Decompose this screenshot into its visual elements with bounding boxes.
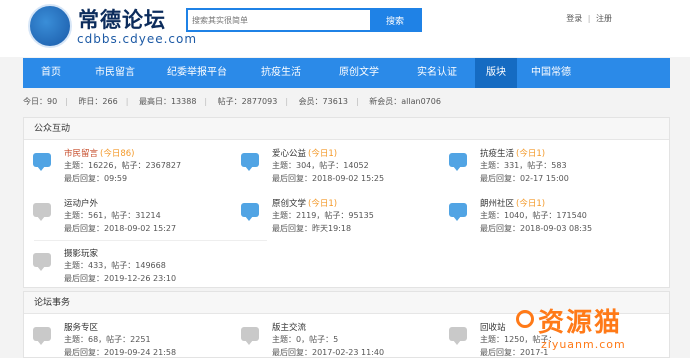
last-reply[interactable]: 最后回复：09:59 — [64, 173, 127, 184]
forum-name[interactable]: 摄影玩家 — [64, 249, 98, 259]
forum-name[interactable]: 回收站 — [480, 323, 506, 333]
chat-bubble-icon — [241, 327, 259, 345]
nav-home[interactable]: 首页 — [23, 58, 79, 88]
watermark-url: ziyuanm.com — [541, 338, 626, 351]
forum-item[interactable]: 朗州社区 (今日1) 主题：1040，帖子：171540 最后回复：2018-09… — [440, 194, 650, 240]
stat-newest-member[interactable]: 新会员：allan0706 — [369, 97, 441, 106]
chat-bubble-icon — [33, 203, 51, 221]
forum-stats-text: 主题：331，帖子：583 — [480, 161, 567, 170]
search-button[interactable]: 搜索 — [370, 10, 420, 30]
forum-stats-text: 主题：433，帖子：149668 — [64, 261, 166, 270]
nav-epidemic-life[interactable]: 抗疫生活 — [243, 58, 319, 88]
forum-item[interactable]: 版主交流 主题：0，帖子：5 最后回复：2017-02-23 11:40 — [232, 318, 442, 358]
nav-boards[interactable]: 版块 — [475, 58, 517, 88]
chat-bubble-icon — [449, 203, 467, 221]
last-reply[interactable]: 最后回复：2018-09-02 15:27 — [64, 223, 176, 234]
divider — [34, 240, 267, 241]
forum-name[interactable]: 朗州社区 — [480, 199, 514, 209]
forum-item[interactable]: 市民留言 (今日86) 主题：16226，帖子：2367827 最后回复：09:5… — [24, 144, 234, 190]
last-reply[interactable]: 最后回复：昨天19:18 — [272, 223, 351, 234]
chat-bubble-icon — [449, 327, 467, 345]
login-link[interactable]: 登录 — [566, 14, 582, 23]
last-reply[interactable]: 最后回复：2017-02-23 11:40 — [272, 347, 384, 358]
nav-china-changde[interactable]: 中国常德 — [517, 58, 585, 88]
forum-name[interactable]: 爱心公益 — [272, 149, 306, 159]
today-count: (今日1) — [308, 199, 338, 209]
main-nav: 首页 市民留言 纪委举报平台 抗疫生活 原创文学 实名认证 版块 中国常德 — [23, 58, 670, 88]
last-reply[interactable]: 最后回复：2019-09-24 21:58 — [64, 347, 176, 358]
site-header: 常德论坛 cdbbs.cdyee.com 搜索 登录 | 注册 — [0, 0, 690, 57]
city-emblem-icon[interactable] — [28, 4, 72, 48]
chat-bubble-icon — [241, 203, 259, 221]
search-box: 搜索 — [186, 8, 422, 32]
chat-bubble-icon — [449, 153, 467, 171]
forum-stats-text: 主题：0，帖子：5 — [272, 335, 339, 344]
chat-bubble-icon — [33, 153, 51, 171]
forum-stats: 今日：90 | 昨日：266 | 最高日：13388 | 帖子：2877093 | 会员… — [23, 97, 441, 106]
register-link[interactable]: 注册 — [596, 14, 612, 23]
forum-item[interactable]: 爱心公益 (今日1) 主题：304，帖子：14052 最后回复：2018-09-0… — [232, 144, 442, 190]
section-public-interaction: 公众互动 市民留言 (今日86) 主题：16226，帖子：2367827 最后回复… — [23, 117, 670, 288]
forum-item[interactable]: 服务专区 主题：68，帖子：2251 最后回复：2019-09-24 21:58 — [24, 318, 234, 358]
section-title[interactable]: 公众互动 — [24, 118, 669, 140]
site-logo-title[interactable]: 常德论坛 — [78, 4, 166, 34]
nav-report-platform[interactable]: 纪委举报平台 — [151, 58, 243, 88]
last-reply[interactable]: 最后回复：2018-09-02 15:25 — [272, 173, 384, 184]
last-reply[interactable]: 最后回复：2019-12-26 23:10 — [64, 273, 176, 284]
forum-name[interactable]: 服务专区 — [64, 323, 98, 333]
today-count: (今日1) — [308, 149, 338, 159]
stat-posts: 帖子：2877093 — [217, 97, 278, 106]
cat-logo-icon — [516, 310, 534, 328]
site-url: cdbbs.cdyee.com — [77, 32, 198, 46]
today-count: (今日1) — [516, 149, 546, 159]
link-separator: | — [587, 14, 591, 23]
stat-today: 今日：90 — [23, 97, 58, 106]
forum-name[interactable]: 版主交流 — [272, 323, 306, 333]
forum-name[interactable]: 市民留言 — [64, 149, 98, 159]
nav-original-literature[interactable]: 原创文学 — [319, 58, 399, 88]
stat-max: 最高日：13388 — [138, 97, 197, 106]
chat-bubble-icon — [241, 153, 259, 171]
forum-item[interactable]: 运动户外 主题：561，帖子：31214 最后回复：2018-09-02 15:… — [24, 194, 234, 240]
chat-bubble-icon — [33, 327, 51, 345]
forum-name[interactable]: 运动户外 — [64, 199, 98, 209]
last-reply[interactable]: 最后回复：02-17 15:00 — [480, 173, 569, 184]
forum-stats-text: 主题：16226，帖子：2367827 — [64, 161, 182, 170]
search-input[interactable] — [188, 10, 398, 30]
forum-stats-text: 主题：68，帖子：2251 — [64, 335, 151, 344]
user-links: 登录 | 注册 — [566, 13, 612, 24]
stat-yesterday: 昨日：266 — [78, 97, 118, 106]
forum-name[interactable]: 抗疫生活 — [480, 149, 514, 159]
forum-stats-text: 主题：304，帖子：14052 — [272, 161, 369, 170]
stat-members: 会员：73613 — [298, 97, 349, 106]
forum-stats-text: 主题：561，帖子：31214 — [64, 211, 161, 220]
today-count: (今日86) — [100, 149, 135, 159]
nav-citizen-messages[interactable]: 市民留言 — [79, 58, 151, 88]
forum-stats-text: 主题：1040，帖子：171540 — [480, 211, 587, 220]
nav-realname[interactable]: 实名认证 — [399, 58, 475, 88]
forum-name[interactable]: 原创文学 — [272, 199, 306, 209]
last-reply[interactable]: 最后回复：2018-09-03 08:35 — [480, 223, 592, 234]
forum-item[interactable]: 原创文学 (今日1) 主题：2119，帖子：95135 最后回复：昨天19:18 — [232, 194, 442, 240]
forum-item[interactable]: 摄影玩家 主题：433，帖子：149668 最后回复：2019-12-26 23… — [24, 244, 234, 290]
today-count: (今日1) — [516, 199, 546, 209]
forum-stats-text: 主题：2119，帖子：95135 — [272, 211, 374, 220]
chat-bubble-icon — [33, 253, 51, 271]
watermark: 资源猫 ziyuanm.com — [516, 302, 686, 356]
forum-item[interactable]: 抗疫生活 (今日1) 主题：331，帖子：583 最后回复：02-17 15:00 — [440, 144, 650, 190]
watermark-text: 资源猫 — [538, 308, 623, 338]
